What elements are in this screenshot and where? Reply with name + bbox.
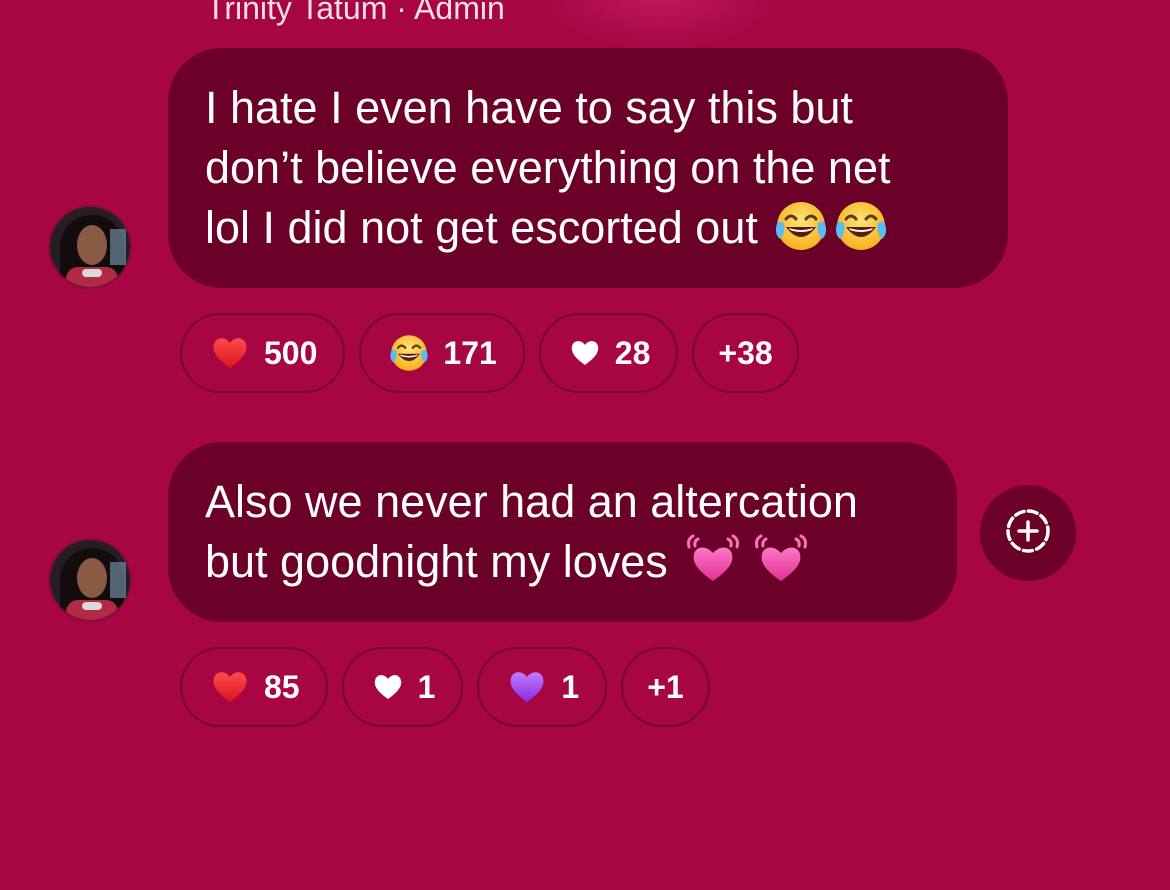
avatar-face [77, 225, 107, 265]
avatar-necklace [82, 269, 102, 277]
reaction-more-count: +38 [718, 334, 773, 371]
sender-avatar[interactable] [48, 538, 132, 622]
message-line-text: lol I did not get escorted out [205, 202, 758, 253]
avatar-necklace [82, 602, 102, 610]
white-heart-emoji [569, 337, 601, 369]
face-with-tears-of-joy-emoji [834, 199, 888, 253]
reaction-purple-heart[interactable]: 1 [477, 647, 608, 727]
reaction-more[interactable]: +38 [692, 313, 799, 393]
face-with-tears-of-joy-emoji [389, 333, 429, 373]
reaction-count: 1 [561, 668, 580, 705]
reaction-bar: 500 171 28 +38 [180, 313, 799, 393]
reaction-count: 500 [264, 334, 318, 371]
red-heart-emoji [210, 667, 250, 707]
reaction-red-heart[interactable]: 500 [180, 313, 346, 393]
message-line: Also we never had an altercation [205, 476, 858, 527]
reaction-white-heart[interactable]: 28 [538, 313, 679, 393]
message-bubble[interactable]: Also we never had an altercation but goo… [168, 442, 957, 622]
reaction-count: 28 [614, 334, 651, 371]
message-line-text: but goodnight my loves [205, 536, 668, 587]
face-with-tears-of-joy-emoji [774, 199, 828, 253]
beating-heart-emoji [686, 533, 740, 587]
message-line: but goodnight my loves [205, 532, 919, 592]
red-heart-emoji [210, 333, 250, 373]
reaction-bar: 85 1 1 +1 [180, 647, 710, 727]
add-reaction-button[interactable] [980, 485, 1076, 581]
avatar-face [77, 558, 107, 598]
avatar-background-window [110, 229, 126, 265]
reaction-count: 85 [264, 668, 300, 705]
add-reaction-icon [1003, 506, 1053, 561]
avatar-background-window [110, 562, 126, 598]
white-heart-emoji [372, 671, 404, 703]
beating-heart-emoji [754, 533, 808, 587]
sender-name: Trinity Tatum · Admin [206, 0, 505, 26]
message-line: don’t believe everything on the net [205, 142, 891, 193]
message-line: I hate I even have to say this but [205, 82, 853, 133]
reaction-count: 1 [417, 668, 436, 705]
reaction-count: 171 [443, 334, 497, 371]
reaction-white-heart[interactable]: 1 [341, 647, 464, 727]
message-line: lol I did not get escorted out [205, 198, 970, 258]
reaction-tears-of-joy[interactable]: 171 [359, 313, 525, 393]
reaction-red-heart[interactable]: 85 [180, 647, 328, 727]
reaction-more[interactable]: +1 [621, 647, 710, 727]
background-glow [540, 0, 780, 50]
message-bubble[interactable]: I hate I even have to say this but don’t… [168, 48, 1008, 288]
sender-avatar[interactable] [48, 205, 132, 289]
reaction-more-count: +1 [647, 668, 684, 705]
purple-heart-emoji [507, 667, 547, 707]
